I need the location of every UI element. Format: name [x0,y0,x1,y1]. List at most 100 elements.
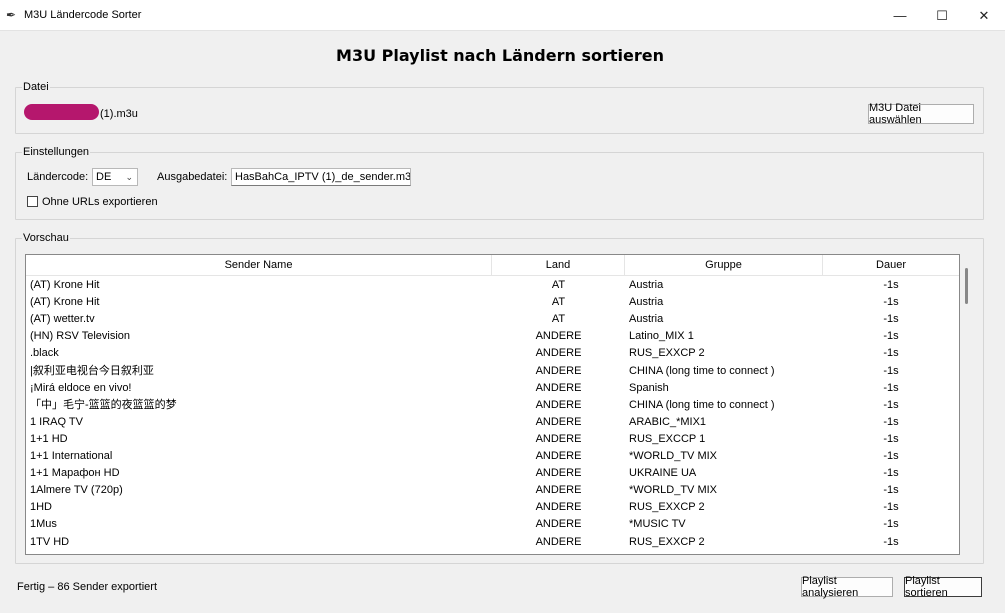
cell-sender-name: |叙利亚电视台今日叙利亚 [30,364,154,377]
table-row[interactable]: (AT) Krone Hit AT Austria -1s [26,277,959,294]
cell-country: ANDERE [535,347,582,360]
table-row[interactable]: 1HD ANDERE RUS_EXXCP 2 -1s [26,499,959,516]
table-row[interactable]: 1TV HD ANDERE RUS_EXXCP 2 -1s [26,534,959,551]
output-file-label: Ausgabedatei: [157,171,228,183]
country-code-value: DE [96,171,112,183]
file-name-text: (1).m3u [100,108,138,120]
maximize-button[interactable]: ☐ [921,0,963,31]
cell-sender-name: 1Mus [30,518,57,531]
sort-playlist-button[interactable]: Playlist sortieren [904,575,982,599]
output-file-input[interactable]: HasBahCa_IPTV (1)_de_sender.m3u [231,168,411,186]
table-row[interactable]: 1+1 HD ANDERE RUS_EXCCP 1 -1s [26,431,959,448]
feather-icon: ✒ [6,8,17,22]
country-code-select[interactable]: DE ⌄ [92,168,138,186]
cell-country: ANDERE [535,415,582,428]
cell-sender-name: (HN) RSV Television [30,330,131,343]
table-header: Sender Name Land Gruppe Dauer [26,255,959,276]
table-row[interactable]: |叙利亚电视台今日叙利亚 ANDERE CHINA (long time to co… [26,363,959,380]
analyze-playlist-button[interactable]: Playlist analysieren [801,575,893,599]
cell-group: *WORLD_TV MIX [629,450,718,462]
column-header-duration[interactable]: Dauer [823,255,959,276]
cell-country: ANDERE [535,330,582,343]
table-row[interactable]: 1+1 Марафон HD ANDERE UKRAINE UA -1s [26,465,959,482]
cell-group: RUS_EXXCP 2 [629,551,823,554]
table-row[interactable]: 1 IRAQ TV ANDERE ARABIC_*MIX1 -1s [26,414,959,431]
cell-group: Spanish [629,381,669,394]
cell-country: ANDERE [535,450,582,462]
column-header-group[interactable]: Gruppe [625,255,823,276]
cell-country: ANDERE [535,364,582,377]
cell-group: RUS_EXCCP 1 [629,432,706,445]
cell-duration: -1s [883,313,899,326]
no-urls-checkbox[interactable] [27,196,38,207]
cell-duration: -1s [883,432,899,445]
minimize-button[interactable]: — [879,0,921,31]
cell-country: ANDERE [535,467,582,480]
cell-duration: -1s [883,415,899,428]
cell-sender-name: (AT) Krone Hit [30,296,100,309]
cell-country: AT [551,313,566,326]
cell-sender-name: .black [30,347,59,360]
table-row[interactable]: 1+1 International ANDERE *WORLD_TV MIX -1s [26,448,959,465]
cell-country: ANDERE [492,551,625,554]
cell-sender-name: 「中」毛宁-篮篮的夜篮篮的梦 [30,398,177,411]
cell-duration: -1s [883,330,899,343]
cell-duration: -1s [883,279,899,291]
table-row[interactable]: 1Almere TV (720p) ANDERE *WORLD_TV MIX -1s [26,482,959,499]
cell-sender-name: 1 IRAQ TV [30,415,83,428]
cell-country: ANDERE [535,398,582,411]
close-button[interactable]: ✕ [963,0,1005,31]
cell-sender-name: 1+1 Марафон HD [30,467,120,480]
vertical-scrollbar[interactable] [965,268,968,304]
cell-country: AT [551,296,566,309]
cell-duration: -1s [883,364,899,377]
cell-group: CHINA (long time to connect ) [629,398,775,411]
table-row[interactable]: 「中」毛宁-篮篮的夜篮篮的梦 ANDERE CHINA (long time to … [26,397,959,414]
cell-group: CHINA (long time to connect ) [629,364,775,377]
cell-group: *MUSIC TV [629,518,686,531]
preview-frame-label: Vorschau [22,232,70,244]
file-frame [15,87,984,134]
cell-duration: -1s [883,501,899,514]
cell-sender-name: ¡Mirá eldoce en vivo! [30,381,132,394]
cell-group: ARABIC_*MIX1 [629,415,707,428]
table-row[interactable]: (AT) wetter.tv AT Austria -1s [26,311,959,328]
table-row[interactable]: (HN) RSV Television ANDERE Latino_MIX 1 -1s [26,328,959,345]
window-controls: — ☐ ✕ [879,0,1005,31]
cell-duration: -1s [883,518,899,531]
cell-duration: -1s [883,296,899,309]
cell-sender-name: 1+1 International [30,450,113,462]
cell-sender-name: 1TV Sport [30,551,490,554]
cell-group: UKRAINE UA [629,467,697,480]
table-row[interactable]: ¡Mirá eldoce en vivo! ANDERE Spanish -1s [26,380,959,397]
cell-country: ANDERE [535,535,582,548]
redacted-filename [24,104,99,120]
cell-group: Austria [629,313,664,326]
no-urls-label[interactable]: Ohne URLs exportieren [42,196,158,208]
cell-country: ANDERE [535,381,582,394]
cell-group: RUS_EXXCP 2 [629,501,705,514]
window-title: M3U Ländercode Sorter [24,9,142,21]
cell-sender-name: (AT) Krone Hit [30,279,100,291]
cell-country: AT [551,279,566,291]
cell-duration: -1s [883,535,899,548]
page-title: M3U Playlist nach Ländern sortieren [336,46,664,65]
column-header-name[interactable]: Sender Name [26,255,492,276]
preview-table[interactable]: Sender Name Land Gruppe Dauer (AT) Krone… [25,254,960,555]
column-header-country[interactable]: Land [492,255,625,276]
table-row[interactable]: 1TV SportANDERE RUS_EXXCP 2-1s [26,551,959,554]
cell-group: Austria [629,296,664,309]
table-row[interactable]: .black ANDERE RUS_EXXCP 2 -1s [26,345,959,362]
table-row[interactable]: 1Mus ANDERE *MUSIC TV -1s [26,516,959,533]
cell-group: Austria [629,279,664,291]
cell-sender-name: 1TV HD [30,535,70,548]
cell-group: RUS_EXXCP 2 [629,347,705,360]
table-row[interactable]: (AT) Krone Hit AT Austria -1s [26,294,959,311]
file-frame-label: Datei [22,81,50,93]
cell-country: ANDERE [535,501,582,514]
select-file-button[interactable]: M3U Datei auswählen [868,102,974,126]
cell-group: RUS_EXXCP 2 [629,535,705,548]
cell-sender-name: 1Almere TV (720p) [30,484,123,497]
cell-country: ANDERE [535,432,582,445]
country-code-label: Ländercode: [27,171,89,183]
